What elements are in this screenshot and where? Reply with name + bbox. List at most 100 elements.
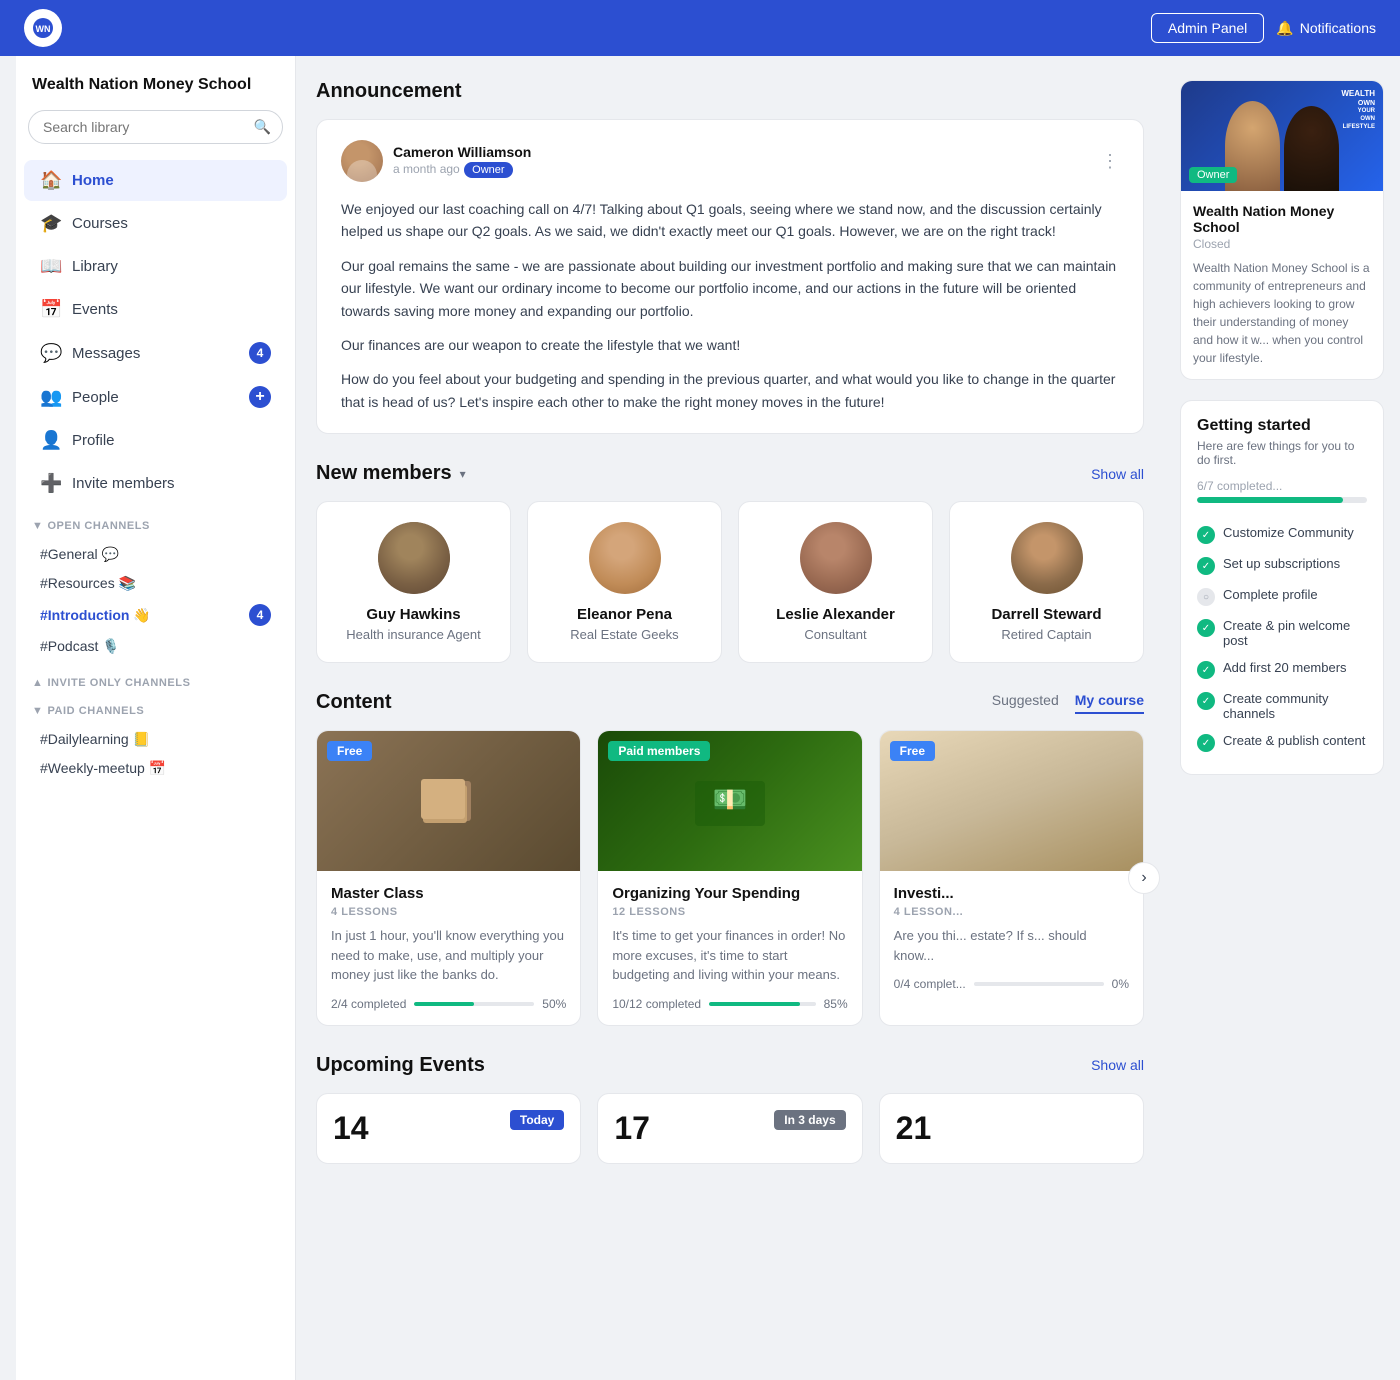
channel-general[interactable]: #General 💬 [32,540,279,569]
content-card-spending[interactable]: 💵 Paid members Organizing Your Spending … [597,730,862,1026]
progress-bar-spending [709,1002,816,1006]
carousel-next-button[interactable]: › [1128,862,1160,894]
gs-item-channels: ✓ Create community channels [1197,685,1367,727]
gs-label-welcome-post: Create & pin welcome post [1223,618,1367,648]
channel-dailylearning[interactable]: #Dailylearning 📒 [32,725,279,754]
profile-icon: 👤 [40,430,62,451]
member-name-darrell: Darrell Steward [966,606,1127,623]
content-title-masterclass: Master Class [331,885,566,902]
channel-introduction[interactable]: #Introduction 👋 4 [32,598,279,632]
sidebar-item-courses[interactable]: 🎓 Courses [24,203,287,244]
content-info-masterclass: Master Class 4 LESSONS In just 1 hour, y… [317,871,580,1025]
content-lessons-invest: 4 LESSON... [894,906,1129,918]
member-card-darrell[interactable]: Darrell Steward Retired Captain [949,501,1144,663]
people-icon: 👥 [40,387,62,408]
new-members-title: New members [316,462,452,485]
channel-weekly-meetup[interactable]: #Weekly-meetup 📅 [32,754,279,783]
app-body: Wealth Nation Money School 🔍 🏠 Home 🎓 Co… [0,56,1400,1380]
paid-channels-section: ▼ PAID CHANNELS #Dailylearning 📒 #Weekly… [16,705,295,783]
content-card-invest[interactable]: Free Investi... 4 LESSON... Are you thi.… [879,730,1144,1026]
channel-resources[interactable]: #Resources 📚 [32,569,279,598]
member-card-guy[interactable]: Guy Hawkins Health insurance Agent [316,501,511,663]
tab-suggested[interactable]: Suggested [992,692,1059,714]
gs-progress-label: 6/7 completed... [1197,479,1367,493]
sidebar-item-label: Events [72,301,118,318]
notifications-button[interactable]: 🔔 Notifications [1276,20,1376,37]
member-card-eleanor[interactable]: Eleanor Pena Real Estate Geeks [527,501,722,663]
community-owner-label: Owner [1189,167,1237,183]
member-name-leslie: Leslie Alexander [755,606,916,623]
gs-item-customize: ✓ Customize Community [1197,519,1367,550]
sidebar-item-home[interactable]: 🏠 Home [24,160,287,201]
invite-only-label: INVITE ONLY CHANNELS [47,677,190,689]
event-card-1[interactable]: 14 Today [316,1093,581,1164]
event-card-3[interactable]: 21 [879,1093,1144,1164]
search-box: 🔍 [28,110,283,144]
right-sidebar: Owner WEALTH OWN YOUR OWN LIFESTYLE Weal… [1164,56,1384,1380]
sidebar-item-messages[interactable]: 💬 Messages 4 [24,332,287,374]
messages-badge: 4 [249,342,271,364]
sidebar-item-people[interactable]: 👥 People + [24,376,287,418]
content-thumb-invest: Free [880,731,1143,871]
paid-channels-header[interactable]: ▼ PAID CHANNELS [32,705,279,717]
search-icon: 🔍 [254,119,271,136]
announcement-title: Announcement [316,80,1144,103]
progress-pct-spending: 85% [824,997,848,1011]
admin-panel-button[interactable]: Admin Panel [1151,13,1264,43]
sidebar-item-invite[interactable]: ➕ Invite members [24,463,287,504]
content-info-invest: Investi... 4 LESSON... Are you thi... es… [880,871,1143,1005]
sidebar-item-label: Profile [72,432,115,449]
gs-check-20members: ✓ [1197,661,1215,679]
courses-icon: 🎓 [40,213,62,234]
gs-label-subscriptions: Set up subscriptions [1223,556,1340,571]
event-date-2: 17 [614,1110,650,1147]
gs-title: Getting started [1197,417,1367,435]
community-hero-text: WEALTH OWN YOUR OWN LIFESTYLE [1341,89,1375,132]
post-menu-icon[interactable]: ⋮ [1101,151,1119,172]
new-members-show-all[interactable]: Show all [1091,466,1144,482]
open-channels-section: ▼ OPEN CHANNELS #General 💬 #Resources 📚 … [16,520,295,661]
sidebar-item-label: Home [72,172,114,189]
notifications-label: Notifications [1300,20,1376,36]
content-desc-invest: Are you thi... estate? If s... should kn… [894,926,1129,965]
search-input[interactable] [28,110,283,144]
sidebar-item-library[interactable]: 📖 Library [24,246,287,287]
sidebar-item-label: People [72,389,119,406]
new-members-dropdown-icon[interactable]: ▾ [460,467,466,481]
author-name: Cameron Williamson [393,144,531,160]
community-hero: Owner WEALTH OWN YOUR OWN LIFESTYLE [1181,81,1383,191]
content-section-header: Content Suggested My course [316,691,1144,714]
member-role-guy: Health insurance Agent [333,627,494,642]
events-show-all[interactable]: Show all [1091,1057,1144,1073]
events-section-header: Upcoming Events Show all [316,1054,1144,1077]
sidebar: Wealth Nation Money School 🔍 🏠 Home 🎓 Co… [16,56,296,1380]
member-card-leslie[interactable]: Leslie Alexander Consultant [738,501,933,663]
library-icon: 📖 [40,256,62,277]
author-time: a month ago [393,162,460,176]
invite-only-header[interactable]: ▲ INVITE ONLY CHANNELS [32,677,279,689]
getting-started-card: Getting started Here are few things for … [1180,400,1384,775]
member-avatar-darrell [1011,522,1083,594]
event-badge-3days: In 3 days [774,1110,845,1130]
event-date-bar-1: 14 Today [317,1094,580,1163]
avatar-face [341,140,383,182]
community-name: Wealth Nation Money School [1193,203,1371,235]
progress-pct-invest: 0% [1112,977,1129,991]
invite-icon: ➕ [40,473,62,494]
content-card-masterclass[interactable]: Free Master Class 4 LESSONS In just 1 ho… [316,730,581,1026]
open-channels-header[interactable]: ▼ OPEN CHANNELS [32,520,279,532]
events-grid: 14 Today 17 In 3 days 21 [316,1093,1144,1164]
content-badge-spending: Paid members [608,741,710,761]
sidebar-item-profile[interactable]: 👤 Profile [24,420,287,461]
new-members-header: New members ▾ Show all [316,462,1144,485]
tab-my-course[interactable]: My course [1075,692,1144,714]
sidebar-item-events[interactable]: 📅 Events [24,289,287,330]
gs-check-profile: ○ [1197,588,1215,606]
channel-podcast[interactable]: #Podcast 🎙️ [32,632,279,661]
content-thumb-spending: 💵 Paid members [598,731,861,871]
content-info-spending: Organizing Your Spending 12 LESSONS It's… [598,871,861,1025]
messages-icon: 💬 [40,343,62,364]
progress-fill-masterclass [414,1002,474,1006]
author-avatar [341,140,383,182]
event-card-2[interactable]: 17 In 3 days [597,1093,862,1164]
